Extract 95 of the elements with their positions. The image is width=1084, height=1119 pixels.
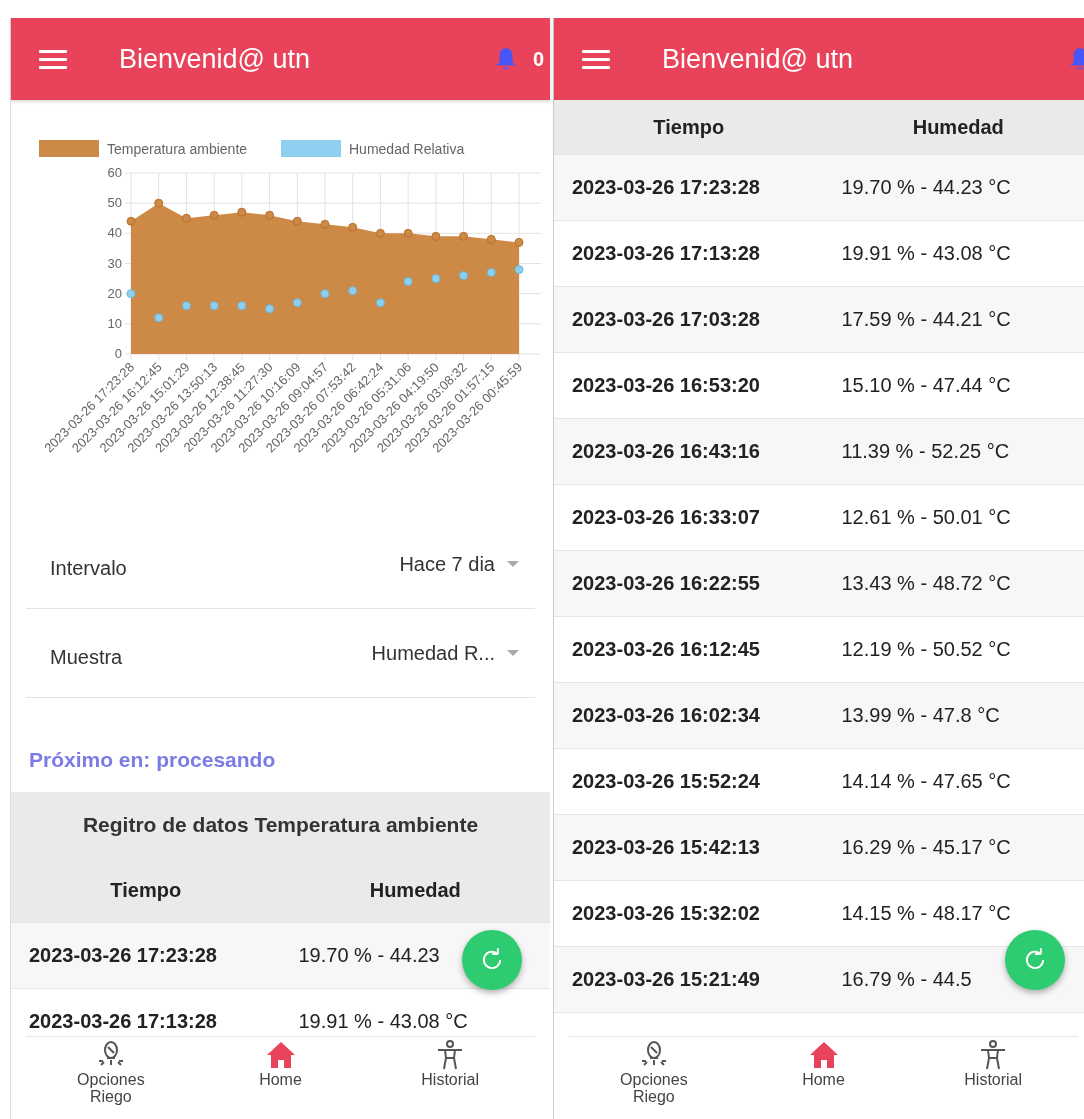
data-point xyxy=(126,289,136,299)
refresh-button[interactable] xyxy=(1005,930,1065,990)
legend-item[interactable]: Temperatura ambiente xyxy=(39,140,248,157)
table-cell-text: 16.29 % - 45.17 °C xyxy=(840,836,1011,859)
table-cell-text: 19.70 % - 44.23 xyxy=(297,944,440,967)
table-cell-text: 2023-03-26 15:52:24 xyxy=(571,770,761,793)
table-cell-text: 19.91 % - 43.08 °C xyxy=(297,1010,468,1033)
legend-label: Humedad Relativa xyxy=(349,141,465,157)
table-cell-text: 12.19 % - 50.52 °C xyxy=(840,638,1011,661)
table-cell-text: 2023-03-26 17:03:28 xyxy=(571,308,761,331)
menu-icon[interactable] xyxy=(582,49,610,69)
column-header: Tiempo xyxy=(652,115,726,139)
table-cell-text: 2023-03-26 16:22:55 xyxy=(571,572,761,595)
table-cell-text: 19.91 % - 43.08 °C xyxy=(840,242,1011,265)
table-cell-text: 2023-03-26 16:33:07 xyxy=(571,506,761,529)
table-title: Regitro de datos Temperatura ambiente xyxy=(11,792,550,858)
data-point xyxy=(514,237,524,247)
column-header: Humedad xyxy=(911,115,1005,139)
y-tick-label: 50 xyxy=(107,195,122,211)
data-point xyxy=(431,231,441,241)
table-cell-text: 2023-03-26 16:02:34 xyxy=(571,704,761,727)
y-tick-label: 40 xyxy=(107,225,122,241)
table-cell-text: 13.99 % - 47.8 °C xyxy=(840,704,1000,727)
table-cell-text: 12.61 % - 50.01 °C xyxy=(840,506,1011,529)
table-cell-text: 2023-03-26 16:12:45 xyxy=(571,638,761,661)
data-point xyxy=(459,231,469,241)
y-tick-label: 0 xyxy=(114,346,122,361)
data-point xyxy=(431,274,441,284)
table-cell-text: 15.10 % - 47.44 °C xyxy=(840,374,1011,397)
table-cell-text: 2023-03-26 15:21:49 xyxy=(571,968,761,991)
select-label: Intervalo xyxy=(49,556,127,580)
nav-tab[interactable]: Opciones Riego xyxy=(26,1039,196,1119)
data-point xyxy=(265,210,275,220)
column-header: Humedad xyxy=(368,878,462,902)
column-header: Tiempo xyxy=(109,878,183,902)
menu-icon[interactable] xyxy=(39,49,67,69)
table-cell-text: 19.70 % - 44.23 °C xyxy=(840,176,1011,199)
caret-icon xyxy=(507,650,519,656)
data-point xyxy=(486,234,496,244)
data-point xyxy=(486,268,496,278)
table-cell-text: 14.15 % - 48.17 °C xyxy=(840,902,1011,925)
table-cell-text: 14.14 % - 47.65 °C xyxy=(840,770,1011,793)
table-cell-text: 2023-03-26 17:13:28 xyxy=(28,1010,218,1033)
data-point xyxy=(126,216,136,226)
data-point xyxy=(265,304,275,314)
data-point xyxy=(181,301,191,311)
y-tick-label: 20 xyxy=(107,285,122,301)
data-point xyxy=(348,286,358,296)
data-point xyxy=(375,298,385,308)
y-tick-label: 60 xyxy=(107,165,122,180)
data-point xyxy=(154,313,164,323)
table-cell-text: 2023-03-26 15:42:13 xyxy=(571,836,761,859)
data-point xyxy=(403,277,413,287)
data-point xyxy=(514,265,524,275)
nav-tab[interactable]: Historial xyxy=(908,1039,1078,1119)
table-cell-text: 2023-03-26 17:23:28 xyxy=(28,944,218,967)
dropdown[interactable]: Humedad R... xyxy=(371,641,535,665)
table-cell-text: 2023-03-26 15:32:02 xyxy=(571,902,761,925)
y-tick-label: 10 xyxy=(107,315,122,331)
header-title: Bienvenid@ utn xyxy=(119,43,312,75)
dropdown[interactable]: Hace 7 dia xyxy=(399,552,535,576)
data-point xyxy=(181,213,191,223)
data-point xyxy=(292,298,302,308)
data-point xyxy=(459,271,469,281)
data-point xyxy=(292,216,302,226)
table-cell-text: 2023-03-26 17:13:28 xyxy=(571,242,761,265)
legend-label: Temperatura ambiente xyxy=(107,141,248,157)
nav-tab[interactable]: Historial xyxy=(365,1039,535,1119)
data-point xyxy=(320,219,330,229)
table-cell-text: 11.39 % - 52.25 °C xyxy=(840,440,1010,463)
legend-item[interactable]: Humedad Relativa xyxy=(281,140,465,157)
data-point xyxy=(403,228,413,238)
data-point xyxy=(209,301,219,311)
table-cell-text: 2023-03-26 17:23:28 xyxy=(571,176,761,199)
data-point xyxy=(209,210,219,220)
notification-count: 0 xyxy=(532,47,544,71)
table-cell-text: 13.43 % - 48.72 °C xyxy=(840,572,1011,595)
data-point xyxy=(237,301,247,311)
nav-tab[interactable]: Home xyxy=(195,1039,366,1119)
nav-tab[interactable]: Home xyxy=(738,1039,909,1119)
table-cell-text: 16.79 % - 44.5 xyxy=(840,968,972,991)
caret-icon xyxy=(507,561,519,567)
table-cell-text: 2023-03-26 16:53:20 xyxy=(571,374,761,397)
data-point xyxy=(237,207,247,217)
select-label: Muestra xyxy=(49,645,123,669)
table-cell-text: 17.59 % - 44.21 °C xyxy=(840,308,1011,331)
data-point xyxy=(348,222,358,232)
data-point xyxy=(375,228,385,238)
data-point xyxy=(154,198,164,208)
y-tick-label: 30 xyxy=(107,255,122,271)
nav-tab[interactable]: Opciones Riego xyxy=(569,1039,739,1119)
table-cell-text: 2023-03-26 16:43:16 xyxy=(571,440,761,463)
status-text: Próximo en: procesando xyxy=(28,747,277,773)
header-title: Bienvenid@ utn xyxy=(662,43,855,75)
data-point xyxy=(320,289,330,299)
